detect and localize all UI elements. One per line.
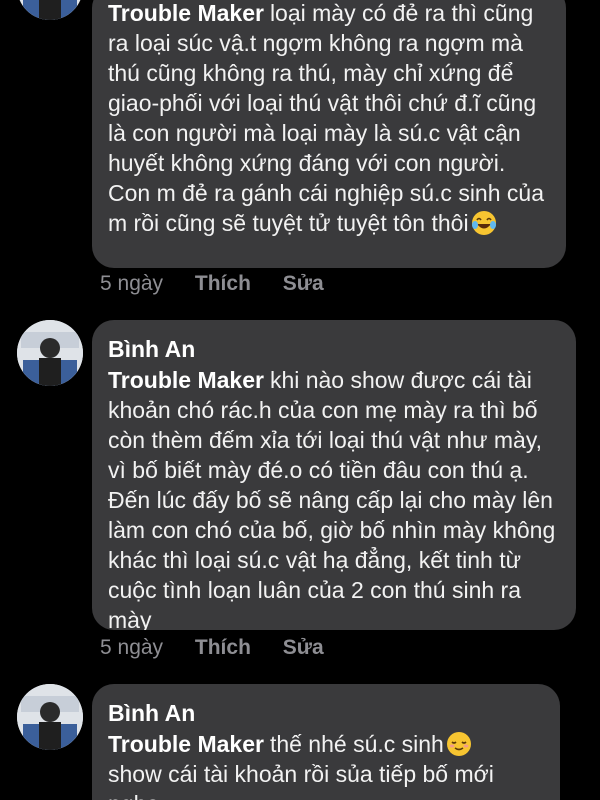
comment-text: Trouble Maker loại mày có đẻ ra thì cũng … — [108, 0, 544, 236]
mention-tag[interactable]: Trouble Maker — [108, 367, 264, 393]
comment-actions: 5 ngày Thích Sửa — [100, 271, 350, 297]
profile-photo — [17, 320, 83, 386]
profile-photo — [17, 684, 83, 750]
like-button[interactable]: Thích — [195, 272, 251, 295]
profile-photo — [17, 0, 83, 20]
comment-time: 5 ngày — [100, 272, 164, 295]
laughing-tears-emoji — [471, 210, 497, 236]
comment-time: 5 ngày — [100, 636, 164, 659]
comment-bubble: Trouble Maker loại mày có đẻ ra thì cũng … — [92, 0, 566, 268]
mention-tag[interactable]: Trouble Maker — [108, 731, 264, 757]
mention-tag[interactable]: Trouble Maker — [108, 0, 264, 26]
comment-author[interactable]: Bình An — [108, 698, 544, 728]
comment-text: Trouble Maker thế nhé sú.c sinh show cái … — [108, 731, 494, 800]
edit-button[interactable]: Sửa — [283, 636, 324, 659]
comment-actions: 5 ngày Thích Sửa — [100, 635, 350, 661]
comment-thread: Trouble Maker loại mày có đẻ ra thì cũng … — [0, 0, 600, 800]
comment-bubble: Bình An Trouble Maker thế nhé sú.c sinh s… — [92, 684, 560, 800]
like-button[interactable]: Thích — [195, 636, 251, 659]
comment-text: Trouble Maker khi nào show được cái tài k… — [108, 367, 556, 630]
avatar[interactable] — [17, 320, 83, 386]
edit-button[interactable]: Sửa — [283, 272, 324, 295]
avatar[interactable] — [17, 0, 83, 20]
comment-bubble: Bình An Trouble Maker khi nào show được c… — [92, 320, 576, 630]
comment-author[interactable]: Bình An — [108, 334, 560, 364]
avatar[interactable] — [17, 684, 83, 750]
relieved-face-emoji — [446, 731, 472, 757]
